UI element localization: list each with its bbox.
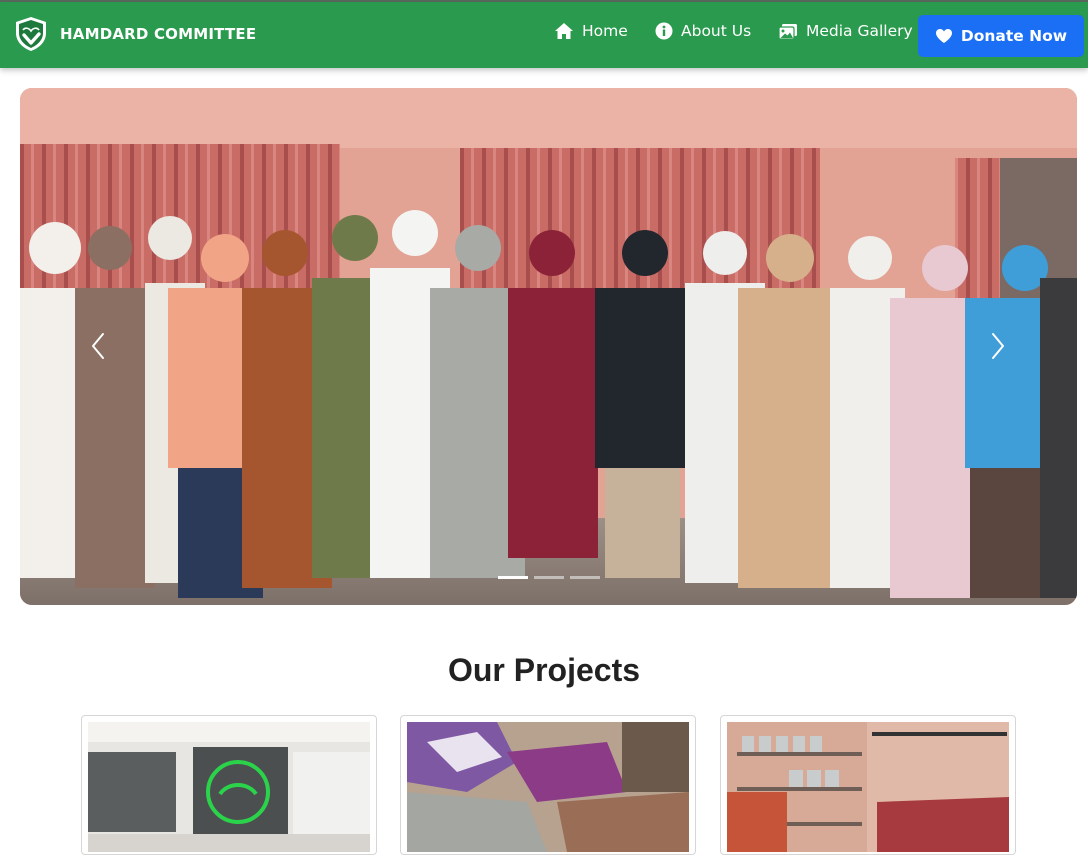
info-circle-icon (655, 22, 673, 40)
images-icon (778, 23, 797, 40)
carousel-indicator-3[interactable] (570, 576, 600, 579)
carousel-indicator-2[interactable] (534, 576, 564, 579)
nav-about[interactable]: About Us (655, 22, 751, 40)
nav-home-label: Home (582, 22, 628, 40)
carousel-next-button[interactable] (978, 318, 1018, 374)
navbar: HAMDARD COMMITTEE Home About Us Media Ga… (0, 2, 1088, 68)
project-card-ambulance[interactable] (81, 715, 377, 855)
carousel-indicators (498, 576, 600, 579)
carousel-indicator-1[interactable] (498, 576, 528, 579)
blankets-image (407, 722, 689, 852)
brand-name: HAMDARD COMMITTEE (60, 25, 257, 43)
donate-now-label: Donate Now (960, 27, 1068, 45)
carousel-prev-button[interactable] (78, 318, 118, 374)
chevron-left-icon (92, 333, 104, 359)
hero-carousel (20, 88, 1077, 605)
nav-media-gallery-label: Media Gallery (806, 22, 913, 40)
nav-about-label: About Us (681, 22, 752, 40)
donate-now-button[interactable]: Donate Now (918, 15, 1084, 57)
group-photo-image (20, 88, 1077, 605)
ambulance-van-image (88, 722, 370, 852)
our-projects-heading: Our Projects (447, 652, 641, 688)
project-card-utensils[interactable] (720, 715, 1016, 855)
shield-heart-icon (16, 17, 46, 51)
chevron-right-icon (992, 333, 1004, 359)
utensils-shelf-image (727, 722, 1009, 852)
brand-link[interactable]: HAMDARD COMMITTEE (12, 15, 256, 53)
nav-home[interactable]: Home (554, 22, 628, 40)
home-icon (555, 23, 573, 39)
project-card-blankets[interactable] (400, 715, 696, 855)
nav-media-gallery[interactable]: Media Gallery (778, 22, 913, 40)
heart-icon (935, 29, 952, 43)
